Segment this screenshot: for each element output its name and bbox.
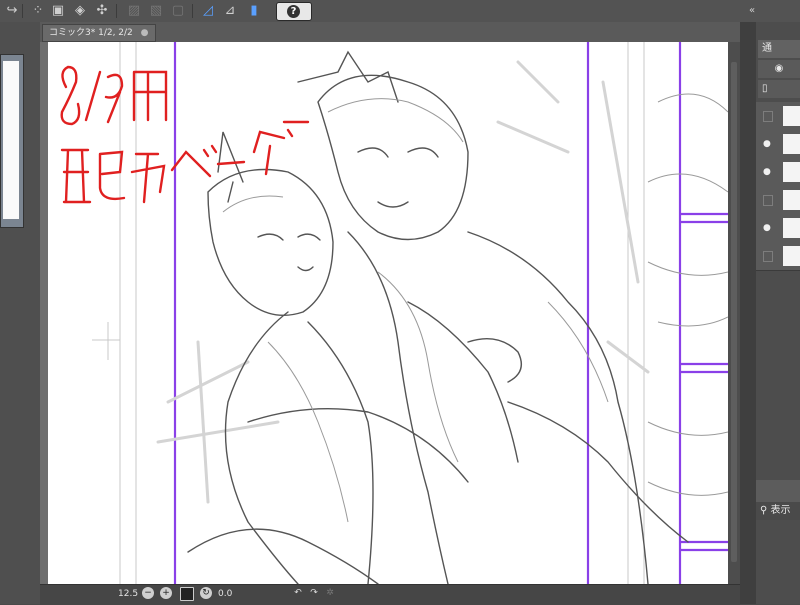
layer-row[interactable] bbox=[756, 102, 800, 131]
snap-grid-icon[interactable]: ▮ bbox=[246, 3, 262, 19]
layer-panel: 通 ◉ ▯ ● ● ● ⚲ 表示 bbox=[740, 22, 800, 604]
layer-row[interactable] bbox=[756, 186, 800, 215]
status-bar: 12.5 − + ↻ 0.0 ↶ ↷ ✲ bbox=[40, 584, 740, 605]
canvas-viewport[interactable] bbox=[40, 42, 728, 584]
scrollbar-thumb[interactable] bbox=[731, 62, 737, 562]
transform-icon[interactable]: ⁘ bbox=[30, 3, 46, 19]
search-label: 表示 bbox=[770, 505, 791, 516]
close-tab-icon[interactable]: ● bbox=[141, 28, 149, 38]
layer-lock-icon[interactable] bbox=[763, 251, 773, 262]
select-icon[interactable]: ▣ bbox=[50, 3, 66, 19]
zoom-level[interactable]: 12.5 bbox=[118, 588, 138, 600]
blend-mode-label: 通 bbox=[762, 43, 772, 54]
ruler2-icon[interactable]: ▧ bbox=[148, 3, 164, 19]
redo-icon[interactable]: ↪ bbox=[4, 3, 20, 19]
zoom-out-icon[interactable]: − bbox=[142, 587, 154, 599]
layer-lock-icon[interactable] bbox=[763, 195, 773, 206]
snap-ruler-icon[interactable]: ◿ bbox=[200, 3, 216, 19]
opacity-icon[interactable]: ◉ bbox=[758, 60, 800, 78]
deform-icon[interactable]: ✣ bbox=[94, 3, 110, 19]
rotate-right-icon[interactable]: ↷ bbox=[308, 587, 320, 599]
sub-panel-tabs[interactable] bbox=[756, 480, 800, 502]
rotation-value[interactable]: 0.0 bbox=[218, 588, 232, 600]
drawing-canvas[interactable] bbox=[48, 42, 728, 584]
eye-icon[interactable]: ● bbox=[763, 223, 773, 233]
eye-icon[interactable]: ● bbox=[763, 167, 773, 177]
reset-rotation-icon[interactable]: ✲ bbox=[324, 587, 336, 599]
panel-icon-strip bbox=[740, 22, 756, 604]
fill-icon[interactable]: ◈ bbox=[72, 3, 88, 19]
right-top-strip: « bbox=[740, 0, 800, 22]
layer-row[interactable]: ● bbox=[756, 158, 800, 187]
sketch-artwork bbox=[60, 42, 728, 584]
handwritten-note bbox=[60, 65, 310, 204]
rotate-left-icon[interactable]: ↶ bbox=[292, 587, 304, 599]
help-button[interactable]: ? bbox=[276, 2, 312, 21]
layer-lock-icon[interactable] bbox=[763, 111, 773, 122]
snap-special-icon[interactable]: ⊿ bbox=[222, 3, 238, 19]
blend-mode-select[interactable]: 通 bbox=[758, 40, 800, 58]
layer-row[interactable] bbox=[756, 242, 800, 271]
vertical-scrollbar[interactable] bbox=[728, 42, 740, 584]
document-tab-label: コミック3* 1/2, 2/2 bbox=[49, 28, 133, 38]
search-icon: ⚲ bbox=[760, 505, 768, 516]
frame-icon[interactable]: ▢ bbox=[170, 3, 186, 19]
ruler-icon[interactable]: ▨ bbox=[126, 3, 142, 19]
help-icon: ? bbox=[287, 5, 300, 18]
zoom-in-icon[interactable]: + bbox=[160, 587, 172, 599]
fit-icon[interactable] bbox=[180, 587, 194, 601]
collapse-arrows-icon[interactable]: « bbox=[744, 3, 760, 19]
navigator-panel bbox=[0, 22, 40, 604]
new-layer-icon[interactable]: ▯ bbox=[758, 80, 800, 98]
top-toolbar: ↪ ⁘ ▣ ◈ ✣ ▨ ▧ ▢ ◿ ⊿ ▮ ? bbox=[0, 0, 740, 23]
layer-row[interactable]: ● bbox=[756, 214, 800, 243]
document-tab[interactable]: コミック3* 1/2, 2/2 ● bbox=[42, 24, 156, 42]
navigator-thumbnail[interactable] bbox=[0, 54, 24, 228]
document-tab-bar: コミック3* 1/2, 2/2 ● bbox=[40, 22, 740, 43]
eye-icon[interactable]: ● bbox=[763, 139, 773, 149]
search-field[interactable]: ⚲ 表示 bbox=[756, 502, 800, 520]
rotate-icon[interactable]: ↻ bbox=[200, 587, 212, 599]
layer-row[interactable]: ● bbox=[756, 130, 800, 159]
